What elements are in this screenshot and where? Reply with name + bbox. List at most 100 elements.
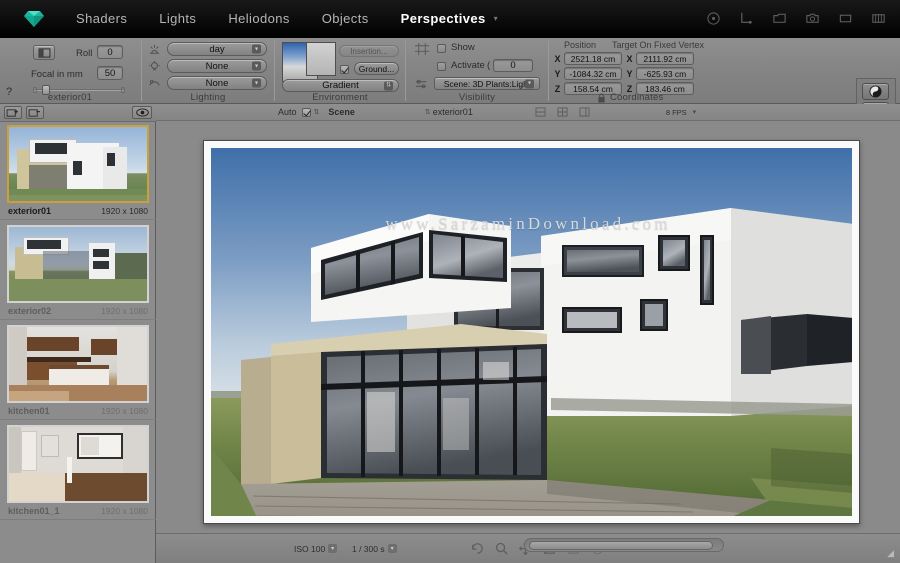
insertion-button[interactable]: Insertion... [339, 45, 399, 57]
background-type-select[interactable]: Gradient ⇅ [282, 79, 399, 92]
view-thumbnail[interactable] [7, 125, 149, 203]
target-y-axis: Y [626, 69, 633, 79]
menu-item-shaders[interactable]: Shaders [74, 9, 129, 28]
list-item[interactable]: kitchen01 1920 x 1080 [0, 322, 156, 422]
sun-icon[interactable] [148, 43, 161, 56]
activate-value[interactable]: 0 [493, 59, 533, 72]
menu-item-heliodons[interactable]: Heliodons [226, 9, 291, 28]
list-item[interactable]: exterior02 1920 x 1080 [0, 222, 156, 322]
measure-icon[interactable] [739, 11, 756, 28]
chevron-down-icon: ▾ [525, 79, 534, 88]
yin-yang-icon [869, 85, 882, 98]
position-z-axis: Z [554, 84, 561, 94]
eye-icon[interactable] [132, 106, 152, 119]
layer-select[interactable]: Scene: 3D Plants:Light ▾ [434, 77, 540, 90]
ground-button[interactable]: Ground... [354, 62, 399, 75]
crop-icon[interactable] [838, 11, 855, 28]
main-toolbar: ? Roll 0 Focal in mm 50 exterior01 [0, 38, 900, 104]
show-checkbox[interactable] [437, 44, 446, 53]
zoom-icon[interactable] [494, 541, 509, 556]
menu-item-perspectives[interactable]: Perspectives [399, 9, 488, 28]
split-view-icon[interactable] [33, 45, 55, 60]
chevron-down-icon: ▾ [388, 544, 397, 553]
ground-label: Ground... [359, 64, 394, 74]
auto-label: Auto [278, 107, 297, 117]
postprocess-value: None [206, 78, 229, 89]
views-list[interactable]: exterior01 1920 x 1080 [0, 122, 156, 563]
target-y-field[interactable]: -625.93 cm [636, 67, 694, 80]
chevron-down-icon[interactable]: ▾ [693, 108, 697, 116]
roll-label: Roll [76, 48, 92, 59]
artlantis-window: Shaders Lights Heliodons Objects Perspec… [0, 0, 900, 563]
undo-icon[interactable] [470, 541, 485, 556]
thumbnail-caption: kitchen01 1920 x 1080 [8, 405, 148, 417]
position-label: Position [564, 40, 596, 50]
scrollbar-thumb[interactable] [529, 541, 713, 550]
rendered-image [211, 148, 852, 516]
position-x-axis: X [554, 54, 561, 64]
camera-group-label: exterior01 [0, 92, 140, 103]
view-dimensions: 1920 x 1080 [101, 406, 148, 416]
bulb-icon[interactable] [148, 60, 161, 73]
light-select[interactable]: None ▾ [167, 59, 267, 73]
target-icon[interactable] [706, 11, 723, 28]
lighting-group: day ▾ None ▾ None ▾ Lighting [143, 38, 273, 104]
layers-icon[interactable] [414, 78, 430, 90]
render-frame[interactable] [203, 140, 860, 524]
view-thumbnail[interactable] [7, 225, 149, 303]
stepper-icon[interactable]: ⇅ [314, 108, 320, 116]
stepper-icon[interactable]: ⇅ [425, 108, 431, 116]
grid-icon[interactable] [414, 42, 430, 56]
view-single-icon[interactable] [535, 107, 546, 117]
roll-value[interactable]: 0 [97, 45, 123, 59]
insertion-label: Insertion... [350, 47, 387, 56]
menu-item-lights[interactable]: Lights [157, 9, 198, 28]
position-y-field[interactable]: -1084.32 cm [564, 67, 622, 80]
resize-grip-icon[interactable]: ◢ [887, 548, 894, 559]
view-thumbnail[interactable] [7, 325, 149, 403]
shutter-control[interactable]: 1 / 300 s ▾ [352, 542, 397, 555]
chevron-down-icon[interactable]: ▾ [494, 14, 498, 23]
add-view-icon[interactable] [4, 106, 22, 119]
stepper-icon: ⇅ [384, 81, 393, 90]
media-icon[interactable] [871, 11, 888, 28]
auto-checkbox[interactable] [302, 108, 311, 117]
background-type-value: Gradient [322, 80, 358, 91]
ground-color-swatch[interactable] [306, 42, 336, 76]
light-value: None [206, 61, 229, 72]
remove-view-icon[interactable] [26, 106, 44, 119]
thumbnail-caption: exterior02 1920 x 1080 [8, 305, 148, 317]
view-split-icon[interactable] [579, 107, 590, 117]
view-name: exterior01 [8, 206, 51, 216]
focal-value[interactable]: 50 [97, 66, 123, 80]
list-item[interactable]: kitchen01_1 1920 x 1080 [0, 422, 156, 522]
menubar-icon-group [706, 0, 888, 38]
iso-label: ISO 100 [294, 544, 325, 554]
sidebar-header [0, 104, 156, 122]
camera-icon[interactable] [805, 11, 822, 28]
view-dimensions: 1920 x 1080 [101, 206, 148, 216]
menubar: Shaders Lights Heliodons Objects Perspec… [0, 0, 900, 38]
current-view-name: exterior01 [433, 107, 473, 117]
folder-icon[interactable] [772, 11, 789, 28]
target-x-field[interactable]: 2111.92 cm [636, 52, 694, 65]
coordinates-group-label: Coordinates [564, 92, 724, 103]
iso-control[interactable]: ISO 100 ▾ [294, 542, 337, 555]
horizontal-scrollbar[interactable] [524, 538, 724, 552]
heliodon-select[interactable]: day ▾ [167, 42, 267, 56]
view-thumbnail[interactable] [7, 425, 149, 503]
menu-items: Shaders Lights Heliodons Objects Perspec… [74, 9, 498, 28]
visibility-group-label: Visibility [407, 92, 547, 103]
list-item[interactable]: exterior01 1920 x 1080 [0, 122, 156, 222]
activate-checkbox[interactable] [437, 62, 446, 71]
chevron-down-icon: ▾ [252, 45, 261, 54]
position-x-field[interactable]: 2521.18 cm [564, 52, 622, 65]
menu-item-objects[interactable]: Objects [320, 9, 371, 28]
ground-checkbox[interactable] [340, 65, 349, 74]
view-quad-icon[interactable] [557, 107, 568, 117]
diamond-logo-icon [22, 8, 46, 30]
effects-icon[interactable] [148, 77, 161, 90]
chevron-down-icon: ▾ [328, 544, 337, 553]
postprocess-select[interactable]: None ▾ [167, 76, 267, 90]
contrast-button[interactable] [862, 83, 889, 100]
